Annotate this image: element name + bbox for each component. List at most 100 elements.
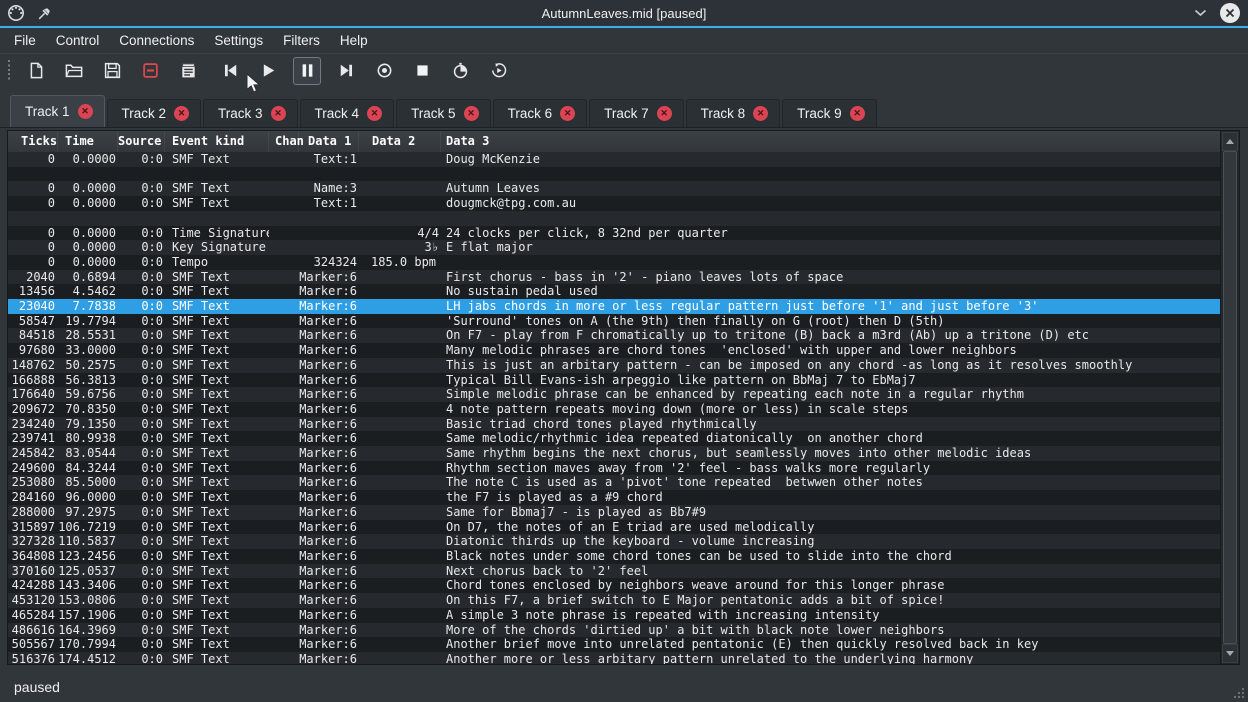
skip-forward-button[interactable]	[333, 58, 359, 84]
scroll-down-button[interactable]	[1222, 644, 1238, 663]
table-row[interactable]: 327328 110.5837 0:0 SMF Text Marker:6 Di…	[8, 534, 1221, 549]
table-row[interactable]	[8, 167, 1221, 182]
table-row[interactable]: 245842 83.0544 0:0 SMF Text Marker:6 Sam…	[8, 446, 1221, 461]
tab-close-icon[interactable]: ✕	[367, 106, 382, 121]
table-row[interactable]	[8, 211, 1221, 226]
pause-button[interactable]	[293, 57, 321, 85]
play-button[interactable]	[255, 58, 281, 84]
menu-item-control[interactable]: Control	[46, 30, 110, 51]
column-header-data2[interactable]: Data 2	[359, 131, 441, 152]
tab-bar: Track 1✕Track 2✕Track 3✕Track 4✕ Track 5 ✕…	[0, 96, 1248, 128]
table-row[interactable]: 0 0.0000 0:0 Tempo 324324 185.0 bpm	[8, 255, 1221, 270]
column-header-chan[interactable]: Chan	[269, 131, 299, 152]
table-row[interactable]: 370160 125.0537 0:0 SMF Text Marker:6 Ne…	[8, 564, 1221, 579]
document-new-icon	[28, 62, 45, 79]
save-file-button[interactable]	[99, 58, 125, 84]
scroll-up-button[interactable]	[1222, 132, 1238, 151]
menu-item-connections[interactable]: Connections	[109, 30, 204, 51]
table-row[interactable]: 148762 50.2575 0:0 SMF Text Marker:6 Thi…	[8, 358, 1221, 373]
new-file-button[interactable]	[23, 58, 49, 84]
table-row[interactable]: 0 0.0000 0:0 SMF Text Text:1 Doug McKenz…	[8, 152, 1221, 167]
tab-close-icon[interactable]: ✕	[657, 106, 672, 121]
table-row[interactable]: 97680 33.0000 0:0 SMF Text Marker:6 Many…	[8, 343, 1221, 358]
tab-track-2[interactable]: Track 2✕	[107, 99, 202, 127]
tab-track-4[interactable]: Track 4✕	[300, 99, 395, 127]
title-bar[interactable]: AutumnLeaves.mid [paused]	[0, 0, 1248, 26]
tab-track-3[interactable]: Track 3✕	[203, 99, 298, 127]
table-row[interactable]: 364808 123.2456 0:0 SMF Text Marker:6 Bl…	[8, 549, 1221, 564]
folder-open-icon	[65, 62, 83, 79]
stopwatch-button[interactable]	[447, 58, 473, 84]
vertical-scrollbar[interactable]	[1220, 131, 1239, 664]
table-row[interactable]: 23040 7.7838 0:0 SMF Text Marker:6 LH ja…	[8, 299, 1221, 314]
table-header: Ticks Time Source Event kind Chan Data 1…	[8, 131, 1221, 153]
table-row[interactable]: 239741 80.9938 0:0 SMF Text Marker:6 Sam…	[8, 431, 1221, 446]
table-row[interactable]: 209672 70.8350 0:0 SMF Text Marker:6 4 n…	[8, 402, 1221, 417]
menu-item-settings[interactable]: Settings	[204, 30, 273, 51]
column-header-data3[interactable]: Data 3	[441, 131, 1221, 152]
toolbar-drag-handle[interactable]	[6, 60, 11, 82]
column-header-data1[interactable]: Data 1	[299, 131, 359, 152]
tab-close-icon[interactable]: ✕	[850, 106, 865, 121]
table-row[interactable]: 516376 174.4512 0:0 SMF Text Marker:6 An…	[8, 652, 1221, 664]
table-row[interactable]: 315897 106.7219 0:0 SMF Text Marker:6 On…	[8, 520, 1221, 535]
table-row[interactable]: 465284 157.1906 0:0 SMF Text Marker:6 A …	[8, 608, 1221, 623]
close-icon[interactable]	[1220, 3, 1240, 23]
stopwatch-icon	[452, 62, 469, 79]
tab-close-icon[interactable]: ✕	[560, 106, 575, 121]
close-file-button[interactable]	[137, 58, 163, 84]
event-list-button[interactable]	[175, 58, 201, 84]
tab-track-8[interactable]: Track 8✕	[686, 99, 781, 127]
menu-item-file[interactable]: File	[4, 30, 46, 51]
open-file-button[interactable]	[61, 58, 87, 84]
tab-close-icon[interactable]: ✕	[271, 106, 286, 121]
column-header-ticks[interactable]: Ticks	[8, 131, 58, 152]
timer-play-button[interactable]	[485, 58, 511, 84]
table-row[interactable]: 0 0.0000 0:0 SMF Text Text:1 dougmck@tpg…	[8, 196, 1221, 211]
table-row[interactable]: 0 0.0000 0:0 Key Signature 3♭ E flat maj…	[8, 240, 1221, 255]
table-row[interactable]: 176640 59.6756 0:0 SMF Text Marker:6 Sim…	[8, 387, 1221, 402]
table-row[interactable]: 0 0.0000 0:0 SMF Text Name:3 Autumn Leav…	[8, 181, 1221, 196]
table-row[interactable]: 166888 56.3813 0:0 SMF Text Marker:6 Typ…	[8, 373, 1221, 388]
table-row[interactable]: 2040 0.6894 0:0 SMF Text Marker:6 First …	[8, 270, 1221, 285]
menu-item-help[interactable]: Help	[330, 30, 378, 51]
tab-label: Track 5	[411, 106, 456, 121]
table-row[interactable]: 84518 28.5531 0:0 SMF Text Marker:6 On F…	[8, 328, 1221, 343]
table-row[interactable]: 453120 153.0806 0:0 SMF Text Marker:6 On…	[8, 593, 1221, 608]
chevron-down-icon[interactable]	[1190, 3, 1210, 23]
column-header-source[interactable]: Source	[118, 131, 165, 152]
record-button[interactable]	[371, 58, 397, 84]
tab-close-icon[interactable]: ✕	[464, 106, 479, 121]
tab-close-icon[interactable]: ✕	[174, 106, 189, 121]
scrollbar-thumb[interactable]	[1223, 151, 1237, 644]
midi-connector-icon	[6, 3, 26, 23]
tab-label: Track 7	[604, 106, 649, 121]
table-body: 0 0.0000 0:0 SMF Text Text:1 Doug McKenz…	[8, 152, 1221, 664]
table-row[interactable]: 249600 84.3244 0:0 SMF Text Marker:6 Rhy…	[8, 461, 1221, 476]
tab-track-6[interactable]: Track 6✕	[493, 99, 588, 127]
skip-backward-button[interactable]	[217, 58, 243, 84]
tab-close-icon[interactable]: ✕	[78, 104, 93, 119]
column-header-time[interactable]: Time	[58, 131, 118, 152]
pin-icon[interactable]	[34, 3, 54, 23]
tab-track-1[interactable]: Track 1✕	[10, 95, 105, 127]
column-header-event-kind[interactable]: Event kind	[165, 131, 269, 152]
table-row[interactable]: 13456 4.5462 0:0 SMF Text Marker:6 No su…	[8, 284, 1221, 299]
table-row[interactable]: 486616 164.3969 0:0 SMF Text Marker:6 Mo…	[8, 623, 1221, 638]
table-row[interactable]: 505567 170.7994 0:0 SMF Text Marker:6 An…	[8, 637, 1221, 652]
main-toolbar	[0, 53, 1248, 87]
table-row[interactable]: 58547 19.7794 0:0 SMF Text Marker:6 'Sur…	[8, 314, 1221, 329]
table-row[interactable]: 0 0.0000 0:0 Time Signature 4/4 24 clock…	[8, 226, 1221, 241]
table-row[interactable]: 288000 97.2975 0:0 SMF Text Marker:6 Sam…	[8, 505, 1221, 520]
tab-track-7[interactable]: Track 7 ✕	[589, 99, 684, 127]
table-row[interactable]: 424288 143.3406 0:0 SMF Text Marker:6 Ch…	[8, 578, 1221, 593]
tab-close-icon[interactable]: ✕	[753, 106, 768, 121]
menu-item-filters[interactable]: Filters	[273, 30, 330, 51]
tab-track-9[interactable]: Track 9✕	[782, 99, 877, 127]
tab-track-5[interactable]: Track 5 ✕	[396, 99, 491, 127]
table-row[interactable]: 284160 96.0000 0:0 SMF Text Marker:6 the…	[8, 490, 1221, 505]
table-row[interactable]: 234240 79.1350 0:0 SMF Text Marker:6 Bas…	[8, 417, 1221, 432]
resize-grip[interactable]	[1231, 685, 1245, 699]
stop-button[interactable]	[409, 58, 435, 84]
table-row[interactable]: 253080 85.5000 0:0 SMF Text Marker:6 The…	[8, 475, 1221, 490]
